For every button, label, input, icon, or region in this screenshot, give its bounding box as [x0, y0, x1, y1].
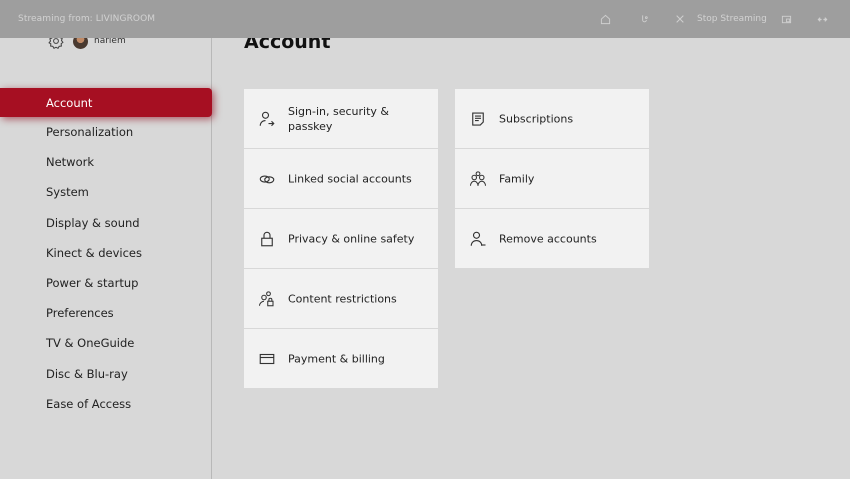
sidebar-item-power-startup[interactable]: Power & startup [0, 268, 212, 298]
tile-label: Content restrictions [288, 292, 397, 305]
tile-label: Sign-in, security & passkey [288, 104, 389, 133]
sidebar-item-label: Ease of Access [46, 396, 132, 411]
tile-privacy-online-safety[interactable]: Privacy & online safety [244, 209, 438, 268]
sidebar-item-personalization[interactable]: Personalization [0, 117, 212, 147]
family-icon [469, 170, 487, 188]
sidebar-item-label: Power & startup [46, 276, 139, 291]
sidebar-item-account[interactable]: Account [0, 88, 212, 117]
sidebar-item-network[interactable]: Network [0, 147, 212, 177]
tile-content-restrictions[interactable]: Content restrictions [244, 269, 438, 328]
tile-label: Subscriptions [499, 112, 574, 125]
sidebar-item-label: Network [46, 155, 95, 170]
sidebar-item-label: Display & sound [46, 215, 140, 230]
tile-family[interactable]: Family [455, 149, 649, 208]
credit-card-icon [258, 350, 276, 368]
stop-streaming-button[interactable]: Stop Streaming [697, 14, 767, 24]
tile-linked-social-accounts[interactable]: Linked social accounts [244, 149, 438, 208]
sidebar-item-label: Preferences [46, 306, 114, 321]
sidebar-item-label: Kinect & devices [46, 245, 142, 260]
sidebar-item-display-sound[interactable]: Display & sound [0, 208, 212, 238]
sidebar-item-ease-of-access[interactable]: Ease of Access [0, 389, 212, 419]
sidebar-item-label: Account [46, 95, 93, 110]
people-lock-icon [258, 290, 276, 308]
controller-icon[interactable] [637, 12, 651, 26]
sidebar-item-label: Disc & Blu-ray [46, 366, 128, 381]
close-icon[interactable] [673, 12, 687, 26]
sidebar-item-disc-bluray[interactable]: Disc & Blu-ray [0, 359, 212, 389]
lock-icon [258, 230, 276, 248]
sidebar-item-tv-oneguide[interactable]: TV & OneGuide [0, 328, 212, 358]
tile-remove-accounts[interactable]: Remove accounts [455, 209, 649, 268]
tile-payment-billing[interactable]: Payment & billing [244, 329, 438, 388]
sidebar-item-kinect-devices[interactable]: Kinect & devices [0, 238, 212, 268]
tile-subscriptions[interactable]: Subscriptions [455, 89, 649, 148]
tile-label: Family [499, 172, 535, 185]
sidebar-item-label: System [46, 185, 89, 200]
person-arrow-icon [258, 110, 276, 128]
tile-label: Payment & billing [288, 352, 385, 365]
fullscreen-icon[interactable] [815, 12, 829, 26]
person-minus-icon [469, 230, 487, 248]
document-icon [469, 110, 487, 128]
settings-nav: Account Personalization Network System D… [0, 88, 212, 419]
link-icon [258, 170, 276, 188]
sidebar-item-label: Personalization [46, 125, 134, 140]
pip-icon[interactable] [779, 12, 793, 26]
sidebar-item-system[interactable]: System [0, 177, 212, 207]
tile-label: Privacy & online safety [288, 232, 415, 245]
tile-label: Remove accounts [499, 232, 597, 245]
streaming-bar: Streaming from: LIVINGROOM Stop Streamin… [0, 0, 850, 38]
sidebar-item-label: TV & OneGuide [46, 336, 135, 351]
sidebar-item-preferences[interactable]: Preferences [0, 298, 212, 328]
sidebar: harlem Account Personalization Network S… [0, 0, 212, 479]
streaming-title: Streaming from: LIVINGROOM [18, 14, 156, 24]
tile-sign-in-security[interactable]: Sign-in, security & passkey [244, 89, 438, 148]
tile-label: Linked social accounts [288, 172, 412, 185]
home-icon[interactable] [598, 12, 612, 26]
